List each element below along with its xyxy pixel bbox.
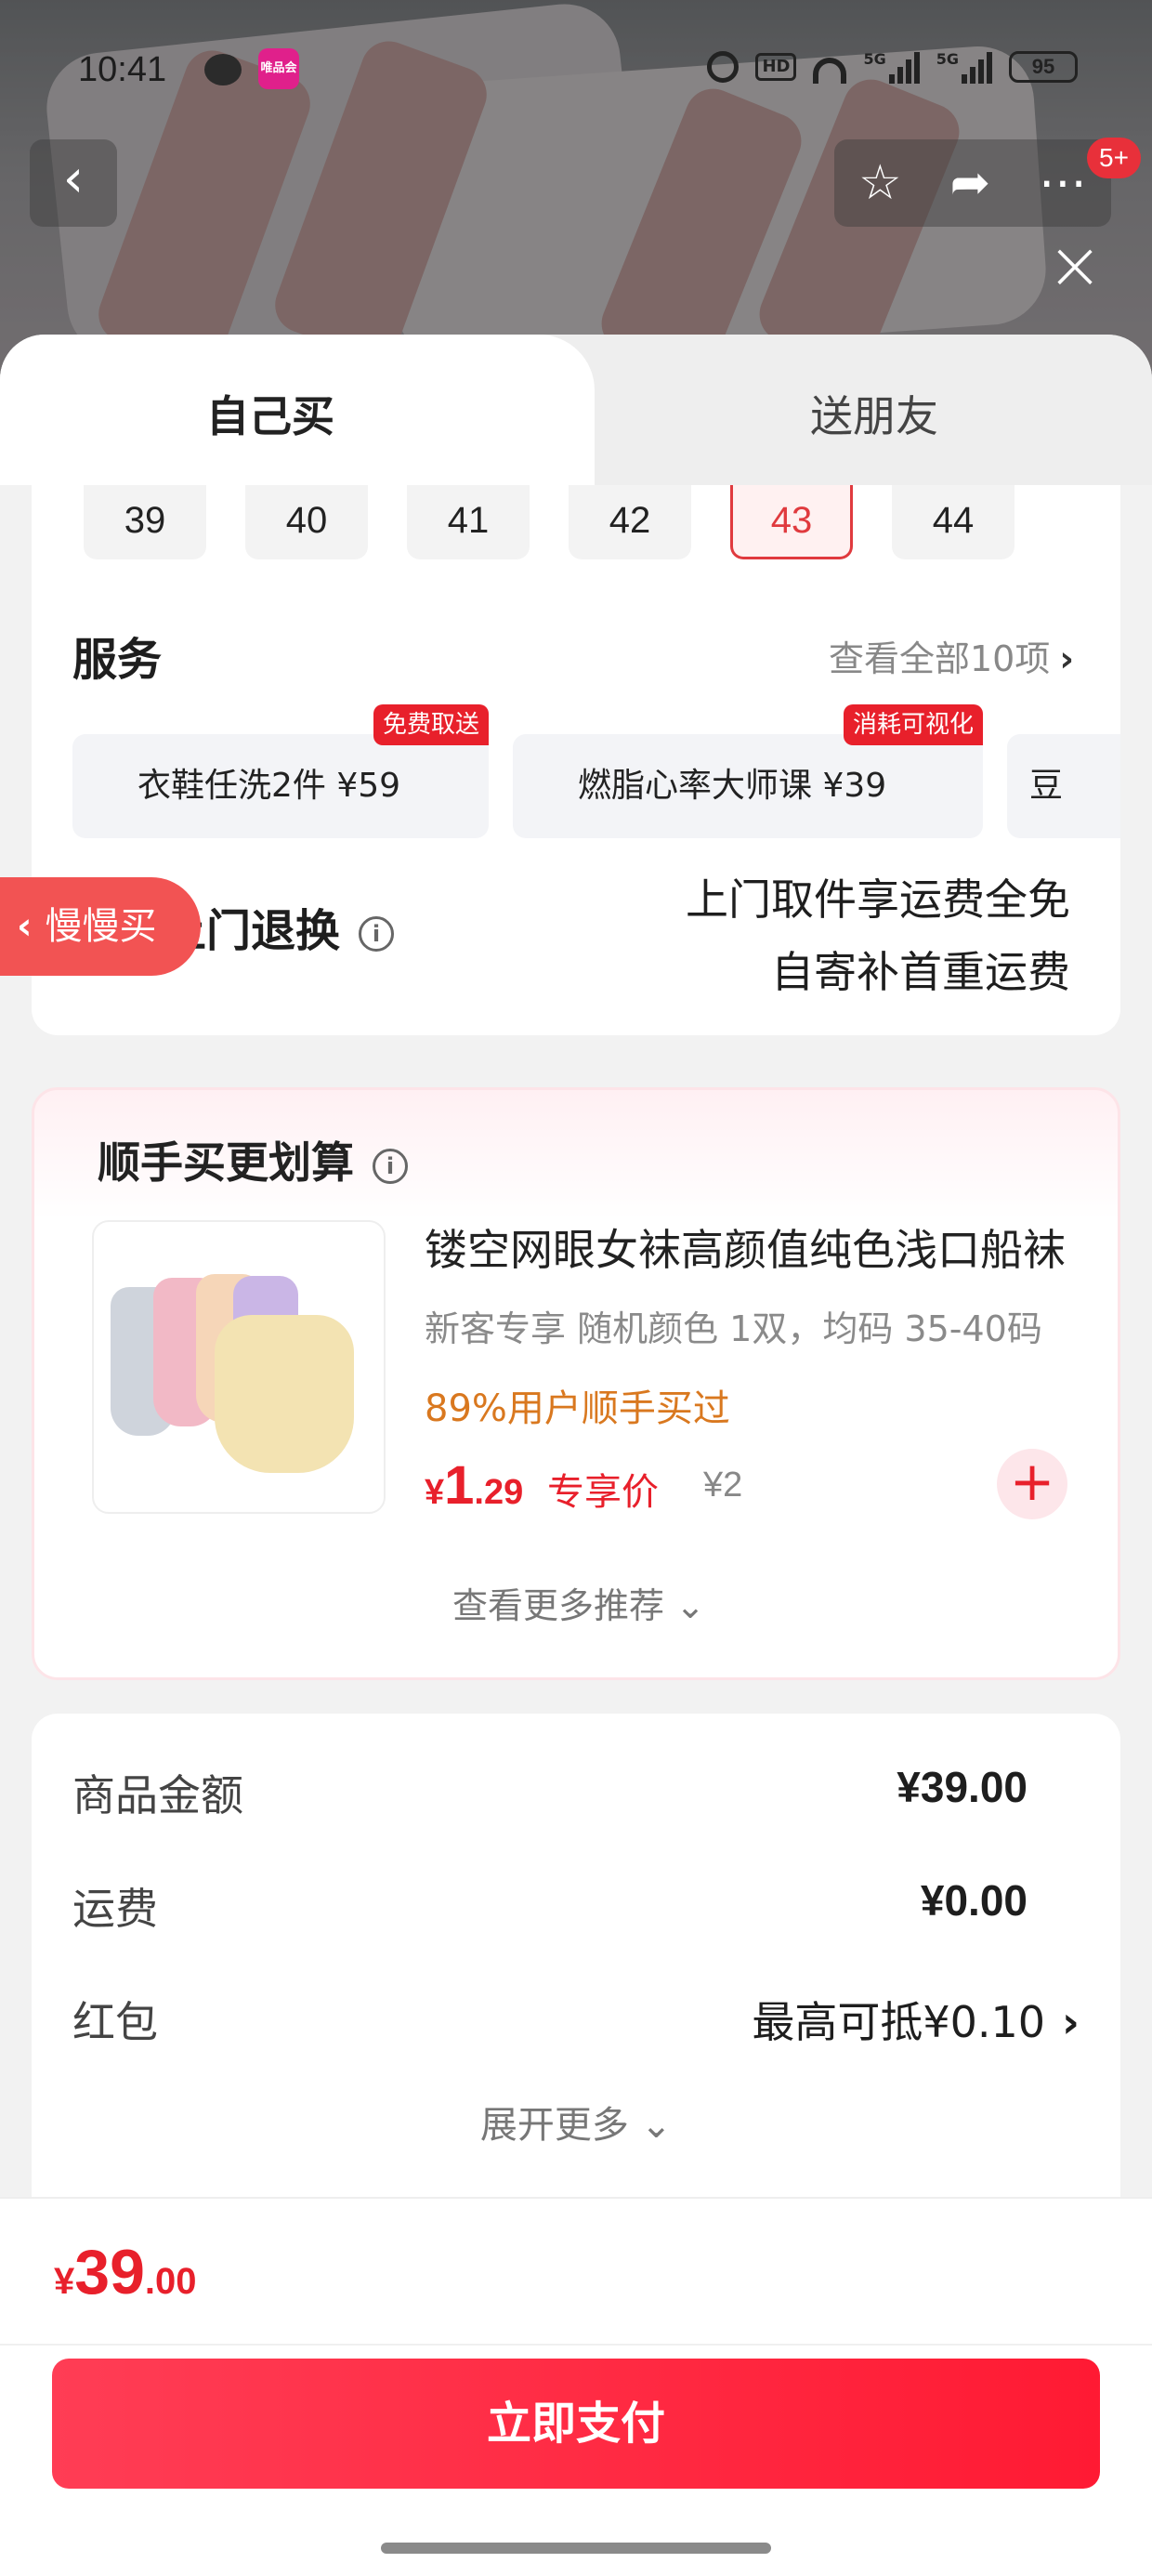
shipping-label: 运费: [72, 1884, 158, 1934]
service-badge: 免费取送: [373, 704, 489, 745]
product-social-proof: 89%用户顺手买过: [425, 1387, 730, 1430]
services-title: 服务: [72, 634, 163, 686]
purchase-mode-tabs: 自己买 送朋友: [0, 335, 1152, 485]
price-integer: 1: [444, 1455, 475, 1516]
size-selector: 39 40 41 42 43 44: [84, 485, 1015, 559]
addon-card: 顺手买更划算 i 镂空网眼女袜高颜值纯色浅口船袜 新客专享 随机颜色 1双，均码 …: [32, 1087, 1120, 1680]
size-option-39[interactable]: 39: [84, 485, 206, 559]
returns-pickup-line: 上门取件享运费全免: [686, 874, 1070, 925]
nav-action-group: ☆ ➦ ⋯: [834, 139, 1111, 227]
slow-buy-label: 慢慢买: [45, 905, 157, 948]
share-icon[interactable]: ➦: [950, 159, 991, 207]
chevron-right-icon: ›: [1059, 638, 1074, 679]
service-chip-label: 衣鞋任洗2件 ¥59: [137, 767, 401, 805]
addon-title-text: 顺手买更划算: [98, 1137, 354, 1188]
subtotal-label: 商品金额: [72, 1770, 243, 1820]
service-chip[interactable]: 豆: [1007, 734, 1120, 838]
checkout-footer: ¥39.00 立即支付: [0, 2197, 1152, 2576]
size-option-41[interactable]: 41: [407, 485, 530, 559]
service-chip[interactable]: 衣鞋任洗2件 ¥59 免费取送: [72, 704, 489, 838]
chevron-left-icon: ‹: [17, 905, 33, 948]
status-icons: HD 5G 5G 95: [707, 50, 1078, 84]
divider: [0, 2344, 1152, 2346]
wifi-icon: [813, 50, 847, 84]
product-thumbnail[interactable]: [92, 1220, 386, 1514]
star-icon[interactable]: ☆: [858, 159, 902, 207]
network-type: 5G: [936, 50, 959, 68]
more-badge: 5+: [1087, 138, 1141, 178]
product-price: ¥1.29: [425, 1454, 523, 1517]
chevron-right-icon: ›: [1062, 1997, 1080, 2047]
expand-more[interactable]: 展开更多 ⌄: [32, 2095, 1120, 2149]
subtotal-value: ¥39.00: [897, 1763, 1028, 1811]
home-indicator[interactable]: [381, 2543, 771, 2554]
tab-self[interactable]: 自己买: [0, 335, 595, 485]
wechat-icon: [204, 54, 242, 85]
size-option-44[interactable]: 44: [892, 485, 1015, 559]
size-option-42[interactable]: 42: [569, 485, 691, 559]
signal-icon: 5G: [936, 50, 992, 84]
size-option-43[interactable]: 43: [730, 485, 853, 559]
price-currency: ¥: [425, 1473, 445, 1512]
addon-title: 顺手买更划算 i: [98, 1129, 408, 1190]
total-price: ¥39.00: [54, 2236, 197, 2308]
product-spec: 新客专享 随机颜色 1双，均码 35-40码: [425, 1308, 1042, 1349]
red-packet-value-text: 最高可抵¥0.10: [752, 1997, 1046, 2047]
price-tag: 专享价: [547, 1471, 659, 1514]
services-view-all[interactable]: 查看全部10项 ›: [829, 630, 1074, 681]
add-to-order-button[interactable]: +: [997, 1449, 1067, 1519]
size-option-40[interactable]: 40: [245, 485, 368, 559]
close-icon[interactable]: ×: [1044, 231, 1106, 298]
returns-self-ship-line: 自寄补首重运费: [771, 947, 1070, 997]
info-icon[interactable]: i: [359, 916, 395, 952]
original-price: ¥2: [703, 1465, 743, 1505]
plus-icon: +: [1009, 1450, 1055, 1513]
service-chip-label: 豆: [1029, 767, 1064, 805]
status-time: 10:41: [78, 50, 167, 89]
total-integer: 39: [74, 2237, 145, 2307]
options-card: 39 40 41 42 43 44 服务 查看全部10项 › 衣鞋任洗2件 ¥59 免费取送…: [32, 485, 1120, 1035]
network-type: 5G: [863, 50, 886, 68]
product-name[interactable]: 镂空网眼女袜高颜值纯色浅口船袜: [425, 1216, 1093, 1278]
vip-app-icon: 唯品会: [258, 48, 299, 89]
see-more-recommendations[interactable]: 查看更多推荐 ⌄: [34, 1577, 1123, 1628]
chevron-left-icon: ‹: [62, 149, 85, 209]
tab-self-label: 自己买: [206, 391, 334, 441]
slow-buy-tab[interactable]: ‹ 慢慢买: [0, 877, 201, 976]
info-icon[interactable]: i: [373, 1148, 408, 1184]
price-decimal: .29: [474, 1473, 524, 1512]
shipping-value: ¥0.00: [920, 1876, 1028, 1925]
status-bar: 10:41 唯品会 HD 5G 5G 95: [0, 37, 1152, 102]
red-packet-value[interactable]: 最高可抵¥0.10 ›: [752, 1989, 1080, 2050]
services-view-all-label: 查看全部10项: [828, 638, 1051, 679]
checkout-sheet: 自己买 送朋友 39 40 41 42 43 44 服务 查看全部10项 › 衣鞋任洗2件 …: [0, 335, 1152, 2576]
alarm-icon: [707, 51, 740, 83]
service-chip-label: 燃脂心率大师课 ¥39: [578, 767, 887, 805]
service-chip[interactable]: 燃脂心率大师课 ¥39 消耗可视化: [513, 704, 983, 838]
signal-icon: 5G: [863, 50, 920, 84]
pay-now-button[interactable]: 立即支付: [52, 2359, 1100, 2489]
total-currency: ¥: [54, 2261, 75, 2302]
total-decimal: .00: [144, 2261, 197, 2302]
back-button[interactable]: ‹: [30, 139, 117, 227]
red-packet-label: 红包: [72, 1997, 158, 2047]
sock-shape: [215, 1315, 354, 1473]
hd-icon: HD: [755, 53, 797, 81]
battery-icon: 95: [1009, 51, 1078, 83]
more-icon[interactable]: ⋯: [1039, 159, 1087, 207]
tab-friend[interactable]: 送朋友: [810, 383, 938, 444]
service-badge: 消耗可视化: [843, 704, 983, 745]
